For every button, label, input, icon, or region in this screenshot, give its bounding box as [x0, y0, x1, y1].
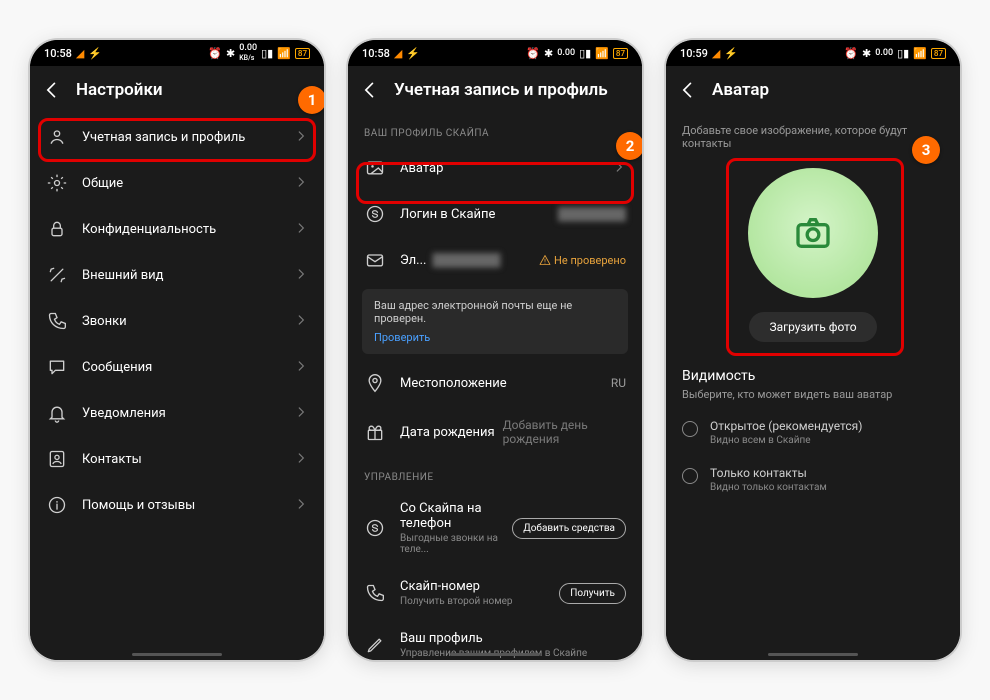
pencil-icon	[364, 634, 386, 656]
row-messages[interactable]: Сообщения	[30, 344, 324, 390]
bell-icon	[46, 402, 68, 424]
camera-icon	[793, 213, 833, 253]
section-label-manage: УПРАВЛЕНИЕ	[348, 458, 642, 489]
home-indicator	[132, 653, 222, 656]
row-privacy[interactable]: Конфиденциальность	[30, 206, 324, 252]
phone-icon	[364, 582, 386, 604]
location-value: RU	[611, 376, 626, 390]
status-time: 10:58	[44, 47, 72, 60]
lock-icon	[46, 218, 68, 240]
app-bar: Учетная запись и профиль	[348, 66, 642, 114]
app-bar: Настройки	[30, 66, 324, 114]
status-bar: 10:58 ◢ ⚡ ⏰✱ 0.00KB/s ▯▮ 📶 87	[30, 40, 324, 66]
avatar-content: Добавьте свое изображение, которое будут…	[666, 114, 960, 660]
back-button[interactable]	[40, 78, 64, 102]
person-icon	[46, 126, 68, 148]
radio-icon	[682, 468, 698, 484]
email-notice: Ваш адрес электронной почты еще не прове…	[362, 289, 628, 354]
warning-icon	[539, 254, 551, 266]
gear-icon	[46, 172, 68, 194]
phone-icon	[46, 310, 68, 332]
visibility-subtitle: Выберите, кто может видеть ваш аватар	[666, 388, 960, 409]
home-indicator	[450, 653, 540, 656]
avatar-subtitle: Добавьте свое изображение, которое будут…	[666, 114, 960, 150]
row-appearance[interactable]: Внешний вид	[30, 252, 324, 298]
email-warning: Не проверено	[539, 254, 626, 267]
page-title: Учетная запись и профиль	[394, 80, 608, 100]
settings-list: Учетная запись и профиль Общие Конфиденц…	[30, 114, 324, 660]
mail-icon	[364, 249, 386, 271]
add-funds-button[interactable]: Добавить средства	[512, 518, 626, 539]
pin-icon	[364, 372, 386, 394]
back-button[interactable]	[358, 78, 382, 102]
row-avatar[interactable]: Аватар	[348, 145, 642, 191]
status-bar: 10:58 ◢⚡ ⏰✱ 0.00 ▯▮📶 87	[348, 40, 642, 66]
row-general[interactable]: Общие	[30, 160, 324, 206]
avatar-placeholder[interactable]	[748, 168, 878, 298]
page-title: Аватар	[712, 80, 769, 100]
visibility-title: Видимость	[666, 352, 960, 388]
row-notifications[interactable]: Уведомления	[30, 390, 324, 436]
row-help[interactable]: Помощь и отзывы	[30, 482, 324, 528]
back-button[interactable]	[676, 78, 700, 102]
phone-3: 10:59 ◢⚡ ⏰✱ 0.00 ▯▮📶 87 Аватар Добавьте …	[666, 40, 960, 660]
chevron-right-icon	[294, 128, 308, 147]
info-icon	[46, 494, 68, 516]
email-value: ████████	[432, 253, 539, 267]
home-indicator	[768, 653, 858, 656]
radio-contacts-only[interactable]: Только контактыВидно только контактам	[666, 456, 960, 503]
row-calls[interactable]: Звонки	[30, 298, 324, 344]
row-account-profile[interactable]: Учетная запись и профиль	[30, 114, 324, 160]
row-birthday[interactable]: Дата рождения Добавить день рождения	[348, 406, 642, 458]
row-contacts[interactable]: Контакты	[30, 436, 324, 482]
contacts-icon	[46, 448, 68, 470]
skype-icon	[364, 203, 386, 225]
status-bar: 10:59 ◢⚡ ⏰✱ 0.00 ▯▮📶 87	[666, 40, 960, 66]
login-value: ████████	[558, 207, 626, 221]
wand-icon	[46, 264, 68, 286]
row-skype-number[interactable]: Скайп-номерПолучить второй номер Получит…	[348, 567, 642, 619]
image-icon	[364, 157, 386, 179]
gift-icon	[364, 421, 386, 443]
phone-2: 10:58 ◢⚡ ⏰✱ 0.00 ▯▮📶 87 Учетная запись и…	[348, 40, 642, 660]
phone-1: 10:58 ◢ ⚡ ⏰✱ 0.00KB/s ▯▮ 📶 87 Настройки …	[30, 40, 324, 660]
upload-photo-button[interactable]: Загрузить фото	[749, 312, 876, 342]
skype-icon	[364, 517, 386, 539]
page-title: Настройки	[76, 80, 163, 100]
verify-link[interactable]: Проверить	[374, 331, 430, 344]
radio-public[interactable]: Открытое (рекомендуется)Видно всем в Ска…	[666, 409, 960, 456]
row-location[interactable]: Местоположение RU	[348, 360, 642, 406]
row-login[interactable]: Логин в Скайпе ████████	[348, 191, 642, 237]
app-bar: Аватар	[666, 66, 960, 114]
telegram-icon: ◢	[76, 47, 84, 60]
profile-content: ВАШ ПРОФИЛЬ СКАЙПА Аватар Логин в Скайпе…	[348, 114, 642, 660]
get-button[interactable]: Получить	[559, 583, 626, 604]
row-email[interactable]: Эл... ████████ Не проверено	[348, 237, 642, 283]
section-label-profile: ВАШ ПРОФИЛЬ СКАЙПА	[348, 114, 642, 145]
chevron-right-icon	[612, 159, 626, 178]
chat-icon	[46, 356, 68, 378]
row-skype-to-phone[interactable]: Со Скайпа на телефонВыгодные звонки на т…	[348, 489, 642, 567]
radio-icon	[682, 421, 698, 437]
